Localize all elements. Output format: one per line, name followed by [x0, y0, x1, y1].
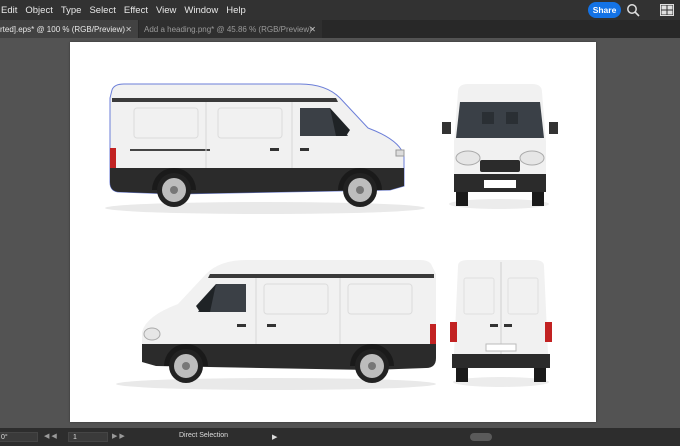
document-tab-bar: rted].eps* @ 100 % (RGB/Preview) ✕ Add a…: [0, 20, 680, 38]
artboard-number-field[interactable]: 1: [68, 432, 108, 442]
horizontal-scrollbar[interactable]: [470, 433, 492, 441]
current-tool-label: Direct Selection: [179, 432, 229, 439]
tab-label: Add a heading.png* @ 45.86 % (RGB/Previe…: [144, 24, 312, 34]
zoom-field[interactable]: 0°: [0, 432, 38, 442]
van-side-left-image[interactable]: [106, 254, 446, 394]
artboard[interactable]: [70, 42, 596, 422]
play-icon[interactable]: ▶: [272, 433, 277, 441]
van-front-image[interactable]: [440, 82, 560, 212]
status-bar: 0° ◀ ◀ 1 ▶ ▶ Direct Selection ▶: [0, 428, 680, 446]
menu-effect[interactable]: Effect: [120, 5, 152, 16]
menu-window[interactable]: Window: [180, 5, 222, 16]
van-rear-image[interactable]: [446, 258, 556, 388]
tab-document-inactive[interactable]: Add a heading.png* @ 45.86 % (RGB/Previe…: [139, 20, 322, 38]
tab-label: rted].eps* @ 100 % (RGB/Preview): [0, 24, 126, 34]
menu-view[interactable]: View: [152, 5, 180, 16]
prev-artboard-buttons[interactable]: ◀ ◀: [44, 432, 57, 440]
van-side-right-image[interactable]: [100, 78, 440, 218]
tab-document-active[interactable]: rted].eps* @ 100 % (RGB/Preview) ✕: [0, 20, 138, 38]
panels-icon[interactable]: [660, 4, 674, 16]
menu-edit[interactable]: Edit: [0, 5, 21, 16]
share-button[interactable]: Share: [588, 2, 621, 18]
close-icon[interactable]: ✕: [125, 25, 132, 34]
menu-select[interactable]: Select: [85, 5, 119, 16]
close-icon[interactable]: ✕: [309, 25, 316, 34]
menu-help[interactable]: Help: [222, 5, 250, 16]
menu-type[interactable]: Type: [57, 5, 86, 16]
menu-bar: Edit Object Type Select Effect View Wind…: [0, 0, 680, 20]
next-artboard-buttons[interactable]: ▶ ▶: [112, 432, 125, 440]
search-icon[interactable]: [626, 3, 640, 17]
menu-object[interactable]: Object: [21, 5, 56, 16]
